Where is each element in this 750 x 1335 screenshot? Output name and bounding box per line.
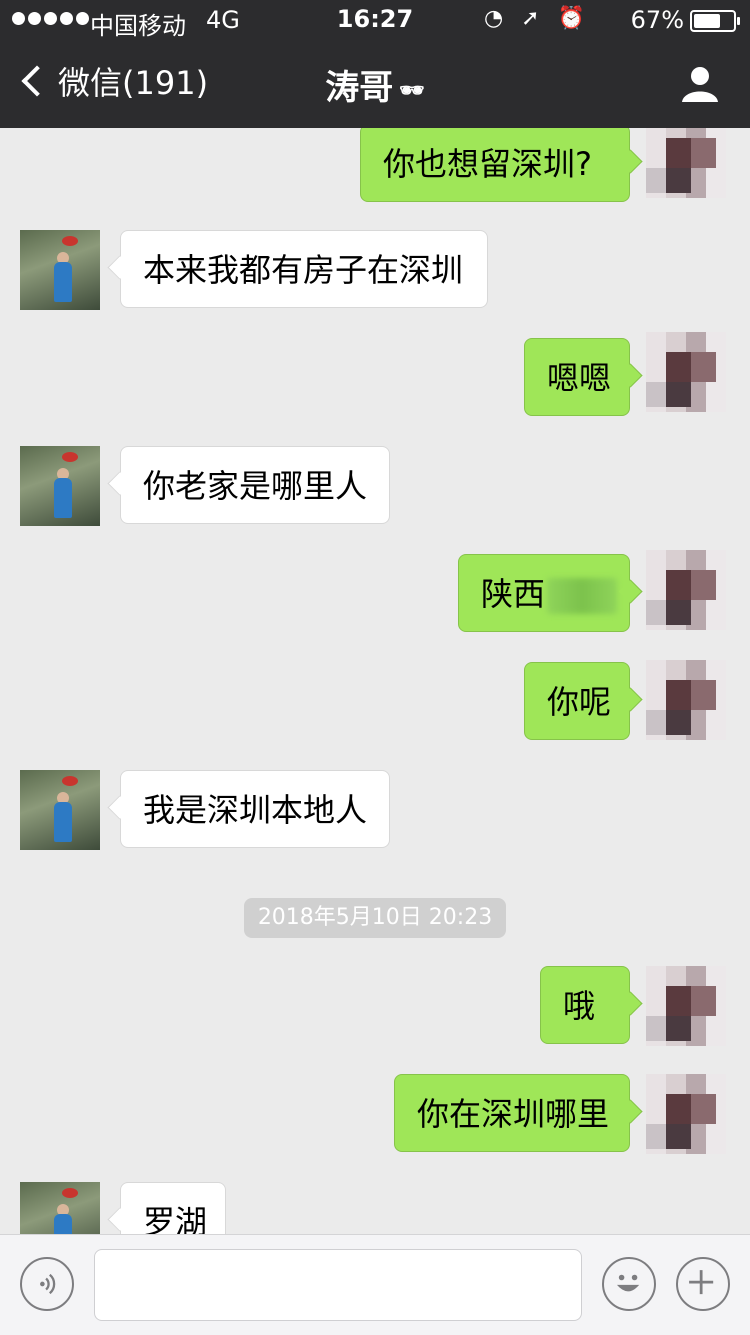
- message-bubble[interactable]: 我是深圳本地人: [120, 770, 390, 848]
- self-avatar[interactable]: [646, 660, 726, 740]
- status-icons: ◔ ➚ ⏰: [484, 6, 585, 31]
- chat-title: 涛哥 🕶: [0, 60, 750, 109]
- contact-avatar[interactable]: [20, 230, 100, 310]
- message-list[interactable]: 你也想留深圳? 本来我都有房子在深圳 嗯嗯 你老家是哪里人 陕西 你呢 我是深圳…: [0, 128, 750, 1234]
- message-text: 陕西: [481, 575, 546, 613]
- sunglasses-emoji: 🕶: [399, 77, 425, 102]
- status-bar: 中国移动 4G 16:27 ◔ ➚ ⏰ 67%: [0, 0, 750, 40]
- rotation-lock-icon: ◔: [483, 6, 504, 31]
- voice-icon[interactable]: [20, 1257, 74, 1311]
- self-avatar[interactable]: [646, 966, 726, 1046]
- input-bar: [0, 1234, 750, 1335]
- message-input[interactable]: [94, 1249, 582, 1321]
- message-bubble[interactable]: 你在深圳哪里: [394, 1074, 630, 1152]
- redacted-blur: [547, 578, 618, 614]
- message-bubble[interactable]: 罗湖: [120, 1182, 226, 1234]
- self-avatar[interactable]: [646, 550, 726, 630]
- alarm-icon: ⏰: [557, 6, 585, 31]
- message-bubble[interactable]: 哦: [540, 966, 630, 1044]
- emoji-icon[interactable]: [602, 1257, 656, 1311]
- contact-avatar[interactable]: [20, 770, 100, 850]
- person-icon[interactable]: [680, 64, 720, 104]
- self-avatar[interactable]: [646, 332, 726, 412]
- plus-icon[interactable]: [676, 1257, 730, 1311]
- contact-avatar[interactable]: [20, 446, 100, 526]
- message-bubble[interactable]: 嗯嗯: [524, 338, 630, 416]
- message-bubble[interactable]: 你老家是哪里人: [120, 446, 390, 524]
- battery-icon: [690, 10, 740, 32]
- self-avatar[interactable]: [646, 128, 726, 198]
- message-bubble[interactable]: 你也想留深圳?: [360, 128, 630, 202]
- contact-avatar[interactable]: [20, 1182, 100, 1234]
- message-bubble[interactable]: 陕西: [458, 554, 630, 632]
- contact-name: 涛哥: [325, 68, 394, 108]
- battery-percent: 67%: [630, 6, 684, 34]
- top-bar: 中国移动 4G 16:27 ◔ ➚ ⏰ 67% 微信(191) 涛哥 🕶: [0, 0, 750, 128]
- navigation-bar: 微信(191) 涛哥 🕶: [0, 40, 750, 128]
- timestamp-label: 2018年5月10日 20:23: [244, 898, 506, 938]
- location-arrow-icon: ➚: [521, 6, 540, 31]
- message-bubble[interactable]: 你呢: [524, 662, 630, 740]
- self-avatar[interactable]: [646, 1074, 726, 1154]
- message-bubble[interactable]: 本来我都有房子在深圳: [120, 230, 488, 308]
